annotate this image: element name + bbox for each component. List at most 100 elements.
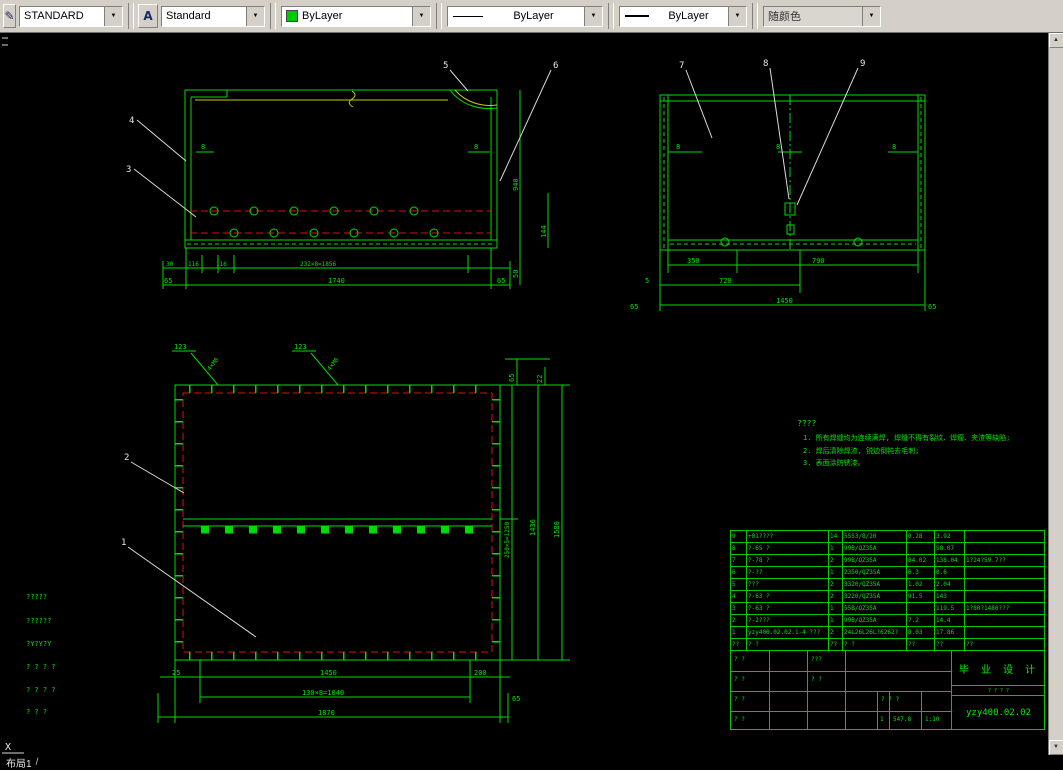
parts-cell-qty: 2 bbox=[828, 590, 843, 603]
parts-cell-unit-weight bbox=[906, 602, 935, 615]
ucs-icon: X bbox=[2, 742, 24, 754]
balloon-8: 8 bbox=[763, 59, 768, 69]
parts-cell-code: ??? bbox=[746, 578, 829, 591]
title-block: ? ? ? ? ? ? ? ? ??? ? ? ? ? ? 1 547.8 1:… bbox=[730, 650, 1045, 730]
dim-label: 25 bbox=[172, 669, 180, 677]
dim-label: 1870 bbox=[318, 709, 335, 717]
parts-table-header-row: ?? ? ? ?? ? ? ?? ?? ?? bbox=[730, 638, 1045, 651]
note-line: 3. 表面涂防锈漆。 bbox=[803, 458, 865, 467]
dim-style-icon[interactable]: ✎ bbox=[3, 4, 16, 28]
dim-label: 1740 bbox=[328, 277, 345, 285]
status-bar: 布局1 / bbox=[0, 755, 1063, 770]
thread-label: 4×M8 bbox=[326, 356, 341, 372]
parts-cell-total-weight: 0.6 bbox=[934, 566, 965, 579]
layout-tab[interactable]: 布局1 bbox=[6, 755, 32, 770]
title-block-line bbox=[845, 651, 846, 729]
lineweight-combo[interactable]: ByLayer ▼ bbox=[619, 5, 747, 27]
toolbar-separator bbox=[752, 3, 758, 29]
parts-cell-material: 99B/QZ35A bbox=[842, 554, 907, 567]
parts-cell-note bbox=[964, 542, 1045, 555]
scroll-up-button[interactable]: ▲ bbox=[1048, 33, 1063, 48]
dim-label: 940 bbox=[512, 178, 520, 191]
dim-label: 8 bbox=[892, 143, 896, 151]
title-block-line bbox=[731, 691, 951, 692]
vertical-scrollbar[interactable]: ▲ ▼ bbox=[1048, 33, 1063, 755]
parts-cell-qty: 1 bbox=[828, 542, 843, 555]
dim-label: 65 bbox=[497, 277, 505, 285]
title-block-line bbox=[807, 651, 808, 729]
parts-cell-material: 55B/QZ35A bbox=[842, 602, 907, 615]
parts-header-total-weight: ?? bbox=[934, 638, 965, 651]
parts-table-row: 2 ?-2??? 1 99B/QZ35A 7.2 14.4 bbox=[730, 614, 1045, 627]
balloon-2: 2 bbox=[124, 453, 129, 463]
dim-label: 65 bbox=[630, 303, 638, 311]
stamp-text: ? ? ? ? bbox=[26, 663, 56, 671]
parts-table-row: 3 ?-63 ? 1 55B/QZ35A 119.5 1?80?1480??? bbox=[730, 602, 1045, 615]
toolbar-separator bbox=[270, 3, 276, 29]
dim-label: 232×8=1856 bbox=[300, 261, 337, 268]
parts-cell-note: 1?24?59.7?? bbox=[964, 554, 1045, 567]
signature-label: ? ? bbox=[734, 716, 745, 723]
chevron-down-icon: ▼ bbox=[252, 13, 259, 19]
dim-label: 250×5=1250 bbox=[504, 521, 511, 558]
color-swatch-icon bbox=[286, 10, 298, 22]
drawing-canvas[interactable]: 30 116 116 232×8=1856 65 1740 65 8 8 940… bbox=[0, 33, 1063, 770]
stamp-text: ????? bbox=[26, 593, 47, 601]
dim-label: 790 bbox=[812, 257, 825, 265]
notes-title: ???? bbox=[797, 419, 816, 428]
cad-application-window: ✎ STANDARD ▼ A Standard ▼ ByLayer ▼ ByLa… bbox=[0, 0, 1063, 770]
tab-separator: / bbox=[35, 757, 39, 768]
signature-label: ? ? bbox=[734, 656, 745, 663]
scale-value: 1:10 bbox=[925, 716, 940, 723]
dim-label: 1580 bbox=[553, 521, 561, 538]
color-combo[interactable]: ByLayer ▼ bbox=[281, 5, 431, 27]
text-style-combo[interactable]: Standard ▼ bbox=[161, 5, 265, 27]
linetype-sample-icon bbox=[453, 15, 483, 17]
parts-cell-total-weight: 3.92 bbox=[934, 530, 965, 543]
dim-label: 144 bbox=[540, 225, 548, 238]
note-line: 2. 焊后清除焊渣, 锐边倒钝去毛刺; bbox=[803, 446, 919, 455]
color-dropdown-button[interactable]: ▼ bbox=[412, 6, 430, 26]
lineweight-value: ByLayer bbox=[668, 10, 709, 22]
text-style-dropdown-button[interactable]: ▼ bbox=[246, 6, 264, 26]
stamp-text: ? ? ? ? bbox=[26, 686, 56, 694]
dim-label: 1450 bbox=[320, 669, 337, 677]
parts-table-row: 5 ??? 2 3320/QZ35A 1.02 2.04 bbox=[730, 578, 1045, 591]
parts-cell-unit-weight: 1.02 bbox=[906, 578, 935, 591]
title-block-line bbox=[877, 691, 878, 729]
letter-a-icon: A bbox=[143, 9, 153, 23]
parts-cell-unit-weight: 7.2 bbox=[906, 614, 935, 627]
parts-cell-unit-weight: 8.03 bbox=[906, 626, 935, 639]
scroll-down-button[interactable]: ▼ bbox=[1048, 740, 1063, 755]
dim-label: 8 bbox=[776, 143, 780, 151]
dim-label: 116 bbox=[216, 261, 227, 268]
stamp-text: ? ? ? bbox=[26, 708, 47, 716]
text-style-icon[interactable]: A bbox=[138, 4, 158, 28]
parts-cell-code: +01???? bbox=[746, 530, 829, 543]
parts-cell-code: ?-2??? bbox=[746, 614, 829, 627]
dim-label: 65 bbox=[928, 303, 936, 311]
parts-cell-note bbox=[964, 566, 1045, 579]
dim-style-value: STANDARD bbox=[24, 10, 84, 22]
plot-style-combo[interactable]: 随颜色 ▼ bbox=[763, 5, 881, 27]
plot-style-dropdown-button[interactable]: ▼ bbox=[862, 6, 880, 26]
parts-cell-total-weight: 119.5 bbox=[934, 602, 965, 615]
side-view: 8 8 8 350 790 720 1450 65 65 5 7 8 9 bbox=[630, 59, 936, 311]
parts-header-seq: ?? bbox=[730, 638, 747, 651]
linetype-combo[interactable]: ByLayer ▼ bbox=[447, 5, 603, 27]
lineweight-dropdown-button[interactable]: ▼ bbox=[728, 6, 746, 26]
dim-label: 65 bbox=[508, 374, 516, 382]
dim-style-combo[interactable]: STANDARD ▼ bbox=[19, 5, 123, 27]
parts-cell-unit-weight: 0.28 bbox=[906, 530, 935, 543]
linetype-dropdown-button[interactable]: ▼ bbox=[584, 6, 602, 26]
parts-cell-total-weight: 143 bbox=[934, 590, 965, 603]
title-block-text: ? ? bbox=[811, 676, 822, 683]
parts-header-material: ? ? bbox=[842, 638, 907, 651]
parts-cell-qty: 14 bbox=[828, 530, 843, 543]
note-line: 1. 所有焊缝均为连续满焊, 焊缝不得有裂纹、焊瘤、夹渣等缺陷; bbox=[803, 433, 1010, 442]
dim-style-dropdown-button[interactable]: ▼ bbox=[104, 6, 122, 26]
parts-cell-seq: 3 bbox=[730, 602, 747, 615]
dim-label: 8 bbox=[676, 143, 680, 151]
parts-header-qty: ?? bbox=[828, 638, 843, 651]
title-block-line bbox=[731, 711, 951, 712]
